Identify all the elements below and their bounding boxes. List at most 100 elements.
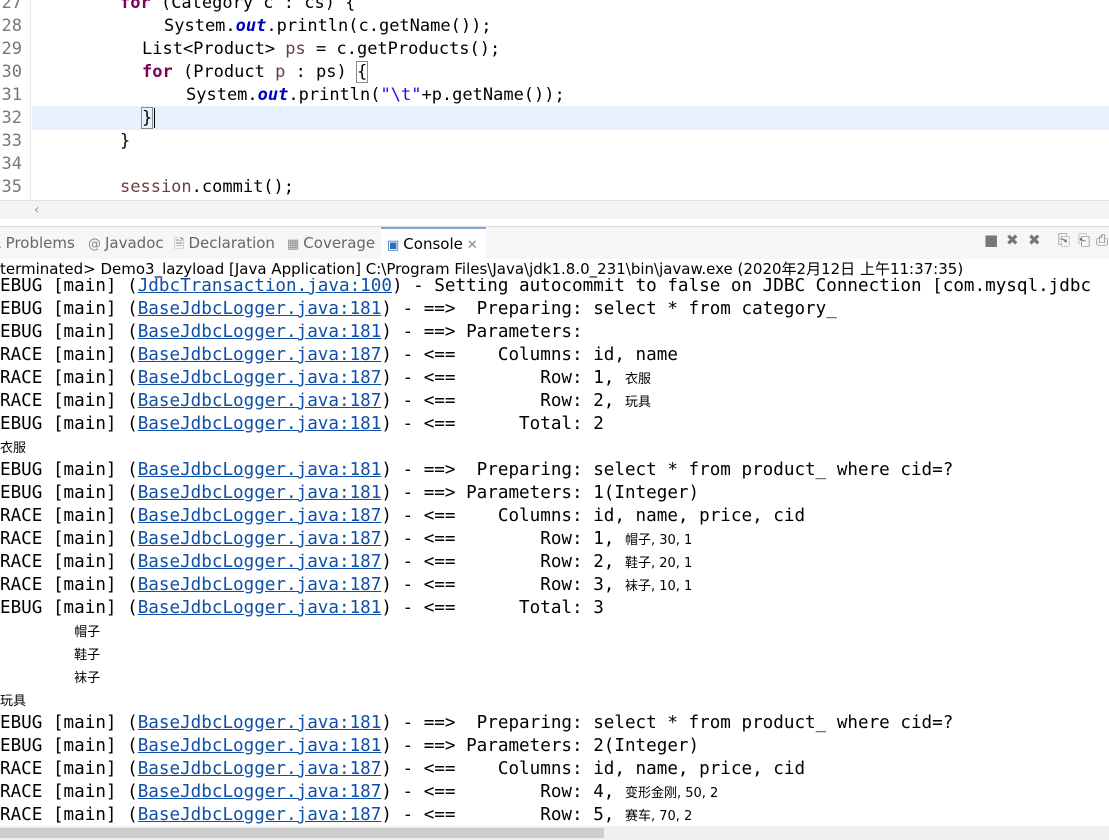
scroll-lock-icon[interactable]: ⎗	[1078, 231, 1090, 249]
source-link[interactable]: BaseJdbcLogger.java:187	[138, 368, 382, 388]
source-link[interactable]: BaseJdbcLogger.java:181	[138, 483, 382, 503]
editor-horizontal-scrollbar[interactable]: ‹	[0, 200, 1109, 219]
console-line: 帽子	[0, 620, 100, 644]
log-message: - <== Row: 1,	[391, 368, 625, 388]
source-link[interactable]: BaseJdbcLogger.java:181	[138, 598, 382, 618]
source-link[interactable]: BaseJdbcLogger.java:181	[138, 460, 382, 480]
console-line: EBUG [main] (JdbcTransaction.java:100) -…	[0, 278, 1092, 296]
source-link[interactable]: BaseJdbcLogger.java:181	[138, 414, 382, 434]
log-level: EBUG	[0, 598, 43, 618]
log-message: - <== Total: 2	[391, 414, 604, 434]
output-value: 帽子, 30, 1	[624, 533, 693, 548]
source-link[interactable]: BaseJdbcLogger.java:187	[138, 529, 382, 549]
output-value: 衣服	[624, 372, 651, 387]
output-value: 袜子, 10, 1	[624, 579, 693, 594]
output-value: 玩具	[0, 694, 27, 709]
source-link[interactable]: BaseJdbcLogger.java:181	[138, 299, 382, 319]
matching-bracket: }	[140, 107, 154, 129]
console-line: 鞋子	[0, 643, 100, 667]
log-level: RACE	[0, 575, 43, 595]
console-line: EBUG [main] (BaseJdbcLogger.java:181) - …	[0, 483, 700, 503]
tab-declaration[interactable]: 🗎 Declaration	[174, 227, 275, 259]
source-link[interactable]: BaseJdbcLogger.java:187	[138, 345, 382, 365]
log-message: - <== Row: 4,	[391, 782, 625, 802]
console-line: RACE [main] (BaseJdbcLogger.java:187) - …	[0, 391, 651, 411]
close-icon[interactable]: ✕	[467, 238, 478, 253]
remove-launch-icon[interactable]: ✖	[1006, 231, 1019, 249]
source-link[interactable]: BaseJdbcLogger.java:187	[138, 506, 382, 526]
output-value: 衣服	[0, 441, 27, 456]
source-link[interactable]: BaseJdbcLogger.java:187	[138, 391, 382, 411]
source-link[interactable]: BaseJdbcLogger.java:187	[138, 805, 382, 825]
log-message: - <== Row: 5,	[391, 805, 625, 825]
output-value: 玩具	[624, 395, 651, 410]
clear-console-icon[interactable]: ⎘	[1058, 231, 1070, 249]
log-message: - <== Row: 3,	[391, 575, 625, 595]
remove-all-launches-icon[interactable]: ✖	[1028, 231, 1041, 249]
source-link[interactable]: BaseJdbcLogger.java:181	[138, 713, 382, 733]
log-level: EBUG	[0, 278, 43, 296]
output-value: 变形金刚, 50, 2	[624, 786, 719, 801]
log-message: - ==> Preparing: select * from product_ …	[391, 713, 954, 733]
console-output[interactable]: EBUG [main] (JdbcTransaction.java:100) -…	[0, 278, 1109, 826]
source-link[interactable]: BaseJdbcLogger.java:187	[138, 552, 382, 572]
coverage-icon: ▦	[287, 237, 300, 252]
source-link[interactable]: BaseJdbcLogger.java:187	[138, 759, 382, 779]
current-line-highlight	[32, 106, 1109, 130]
console-status-line: terminated> Demo3_lazyload [Java Applica…	[0, 260, 964, 278]
log-level: EBUG	[0, 322, 43, 342]
console-line: 袜子	[0, 666, 100, 690]
console-line: EBUG [main] (BaseJdbcLogger.java:181) - …	[0, 598, 604, 618]
scroll-left-arrow-icon[interactable]: ‹	[34, 201, 40, 219]
source-link[interactable]: BaseJdbcLogger.java:187	[138, 575, 382, 595]
code-line: System.out.println(c.getName());	[164, 16, 492, 36]
source-link[interactable]: BaseJdbcLogger.java:187	[138, 782, 382, 802]
console-icon: ▣	[387, 238, 400, 253]
source-link[interactable]: JdbcTransaction.java:100	[138, 278, 392, 296]
tab-javadoc[interactable]: @ Javadoc	[88, 227, 164, 259]
console-line: RACE [main] (BaseJdbcLogger.java:187) - …	[0, 506, 806, 526]
matching-bracket: {	[355, 61, 369, 83]
bottom-panel-tabbar: ⚠Problems @Javadoc 🗎Declaration ▦Coverag…	[0, 226, 1109, 259]
console-line: RACE [main] (BaseJdbcLogger.java:187) - …	[0, 368, 651, 388]
console-line: RACE [main] (BaseJdbcLogger.java:187) - …	[0, 552, 693, 572]
console-line: EBUG [main] (BaseJdbcLogger.java:181) - …	[0, 322, 594, 342]
tab-problems[interactable]: ⚠Problems	[0, 227, 75, 259]
code-line: for (Category c : cs) {	[120, 0, 356, 13]
line-number: 28	[1, 16, 22, 36]
log-message: - <== Row: 1,	[391, 529, 625, 549]
tab-console[interactable]: ▣ Console ✕	[381, 227, 486, 259]
output-value: 鞋子	[74, 648, 101, 663]
console-line: EBUG [main] (BaseJdbcLogger.java:181) - …	[0, 736, 700, 756]
terminate-icon[interactable]: ■	[984, 231, 998, 249]
log-message: - <== Columns: id, name, price, cid	[391, 506, 806, 526]
source-link[interactable]: BaseJdbcLogger.java:181	[138, 322, 382, 342]
console-line: EBUG [main] (BaseJdbcLogger.java:181) - …	[0, 460, 954, 480]
console-line: EBUG [main] (BaseJdbcLogger.java:181) - …	[0, 713, 954, 733]
log-level: RACE	[0, 805, 43, 825]
log-message: - ==> Parameters: 1(Integer)	[391, 483, 700, 503]
code-line: List<Product> ps = c.getProducts();	[142, 39, 501, 59]
console-line: RACE [main] (BaseJdbcLogger.java:187) - …	[0, 759, 806, 779]
scrollbar-thumb[interactable]	[0, 828, 604, 838]
tab-coverage[interactable]: ▦ Coverage	[287, 227, 375, 259]
source-link[interactable]: BaseJdbcLogger.java:181	[138, 736, 382, 756]
at-sign-icon: @	[88, 237, 101, 252]
console-horizontal-scrollbar[interactable]	[0, 826, 1109, 840]
log-message: - <== Row: 2,	[391, 552, 625, 572]
console-line: 衣服	[0, 436, 26, 460]
log-level: RACE	[0, 782, 43, 802]
log-level: RACE	[0, 506, 43, 526]
text-caret	[154, 108, 155, 128]
word-wrap-icon[interactable]: ⎙	[1096, 231, 1108, 249]
console-line: RACE [main] (BaseJdbcLogger.java:187) - …	[0, 345, 678, 365]
log-level: RACE	[0, 368, 43, 388]
code-line: System.out.println("\t"+p.getName());	[186, 85, 565, 105]
code-editor[interactable]: 27 28 29 30 31 32 33 34 35 for (Category…	[0, 0, 1109, 200]
log-level: EBUG	[0, 713, 43, 733]
log-message: - ==> Parameters:	[391, 322, 594, 342]
log-message: - Setting autocommit to false on JDBC Co…	[402, 278, 1092, 296]
log-message: - <== Columns: id, name	[391, 345, 678, 365]
